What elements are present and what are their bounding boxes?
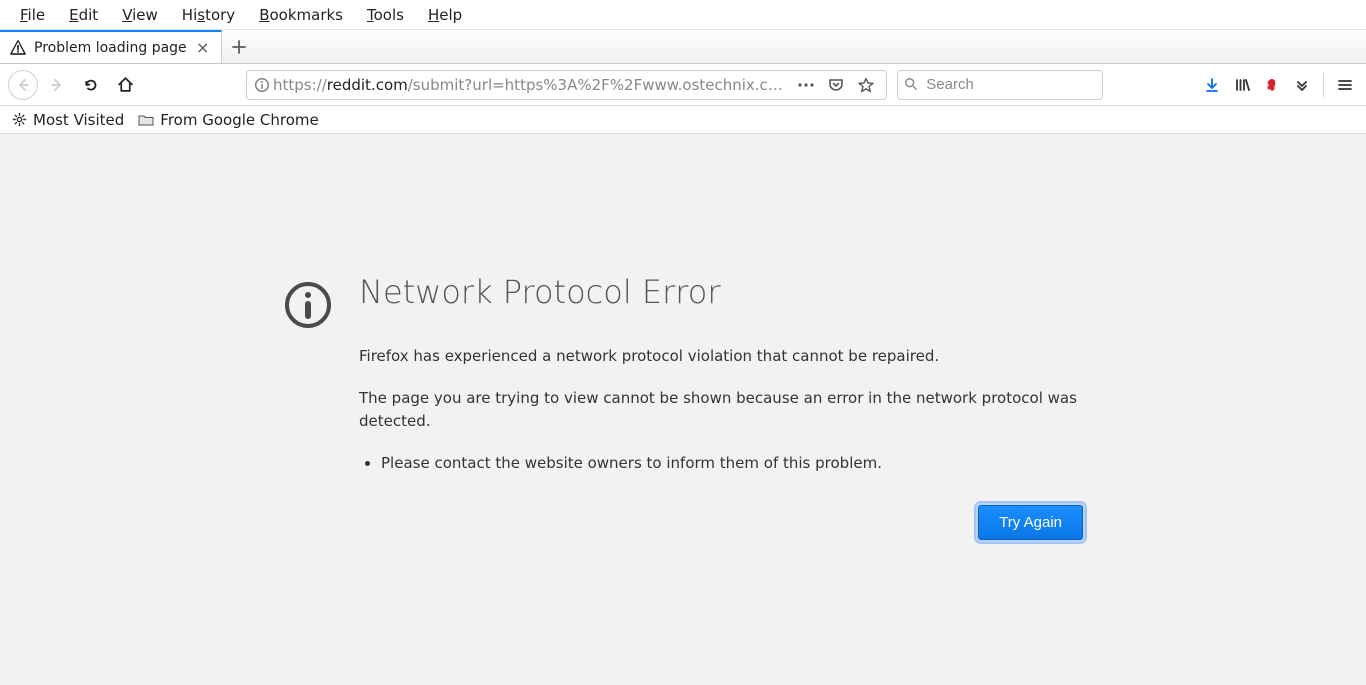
menu-bookmarks[interactable]: Bookmarks [247,4,355,26]
extension-icon[interactable] [1257,70,1287,100]
url-text: https://reddit.com/submit?url=https%3A%2… [273,76,790,94]
toolbar-separator [1323,73,1324,97]
bookmark-from-chrome[interactable]: From Google Chrome [138,111,318,129]
content-area: Network Protocol Error Firefox has exper… [0,134,1366,685]
menu-file[interactable]: File [8,4,57,26]
site-identity-icon[interactable] [251,77,273,93]
tab-active[interactable]: Problem loading page × [0,30,222,63]
try-again-button[interactable]: Try Again [978,505,1083,540]
hamburger-menu-button[interactable] [1330,70,1360,100]
menu-history[interactable]: History [170,4,247,26]
url-bar[interactable]: https://reddit.com/submit?url=https%3A%2… [246,70,887,100]
tab-title: Problem loading page [34,40,187,56]
nav-toolbar: https://reddit.com/submit?url=https%3A%2… [0,64,1366,106]
library-button[interactable] [1227,70,1257,100]
menu-help[interactable]: Help [416,4,474,26]
forward-button[interactable] [40,70,74,100]
bookmark-label: Most Visited [33,111,124,129]
bookmark-label: From Google Chrome [160,111,318,129]
back-button[interactable] [6,70,40,100]
info-icon [283,280,333,330]
menu-edit[interactable]: Edit [57,4,110,26]
reload-button[interactable] [74,70,108,100]
search-icon [904,77,918,93]
tabstrip: Problem loading page × [0,30,1366,64]
error-suggestion: Please contact the website owners to inf… [381,452,1083,475]
error-title: Network Protocol Error [359,274,1083,311]
pocket-icon[interactable] [826,75,846,95]
menubar: File Edit View History Bookmarks Tools H… [0,0,1366,30]
bookmarks-toolbar: Most Visited From Google Chrome [0,106,1366,134]
menu-view[interactable]: View [110,4,170,26]
folder-icon [138,113,154,127]
tab-close-button[interactable]: × [195,40,211,56]
error-short-desc: Firefox has experienced a network protoc… [359,345,1083,368]
overflow-button[interactable] [1287,70,1317,100]
bookmark-most-visited[interactable]: Most Visited [12,111,124,129]
gear-icon [12,112,27,127]
search-bar[interactable] [897,70,1103,100]
bookmark-star-icon[interactable] [856,75,876,95]
search-input[interactable] [924,75,1096,94]
downloads-button[interactable] [1197,70,1227,100]
page-actions-button[interactable] [796,75,816,95]
home-button[interactable] [108,70,142,100]
warning-icon [10,40,26,56]
menu-tools[interactable]: Tools [355,4,416,26]
new-tab-button[interactable] [222,30,256,63]
error-long-desc: The page you are trying to view cannot b… [359,387,1083,432]
error-page: Network Protocol Error Firefox has exper… [283,134,1083,540]
